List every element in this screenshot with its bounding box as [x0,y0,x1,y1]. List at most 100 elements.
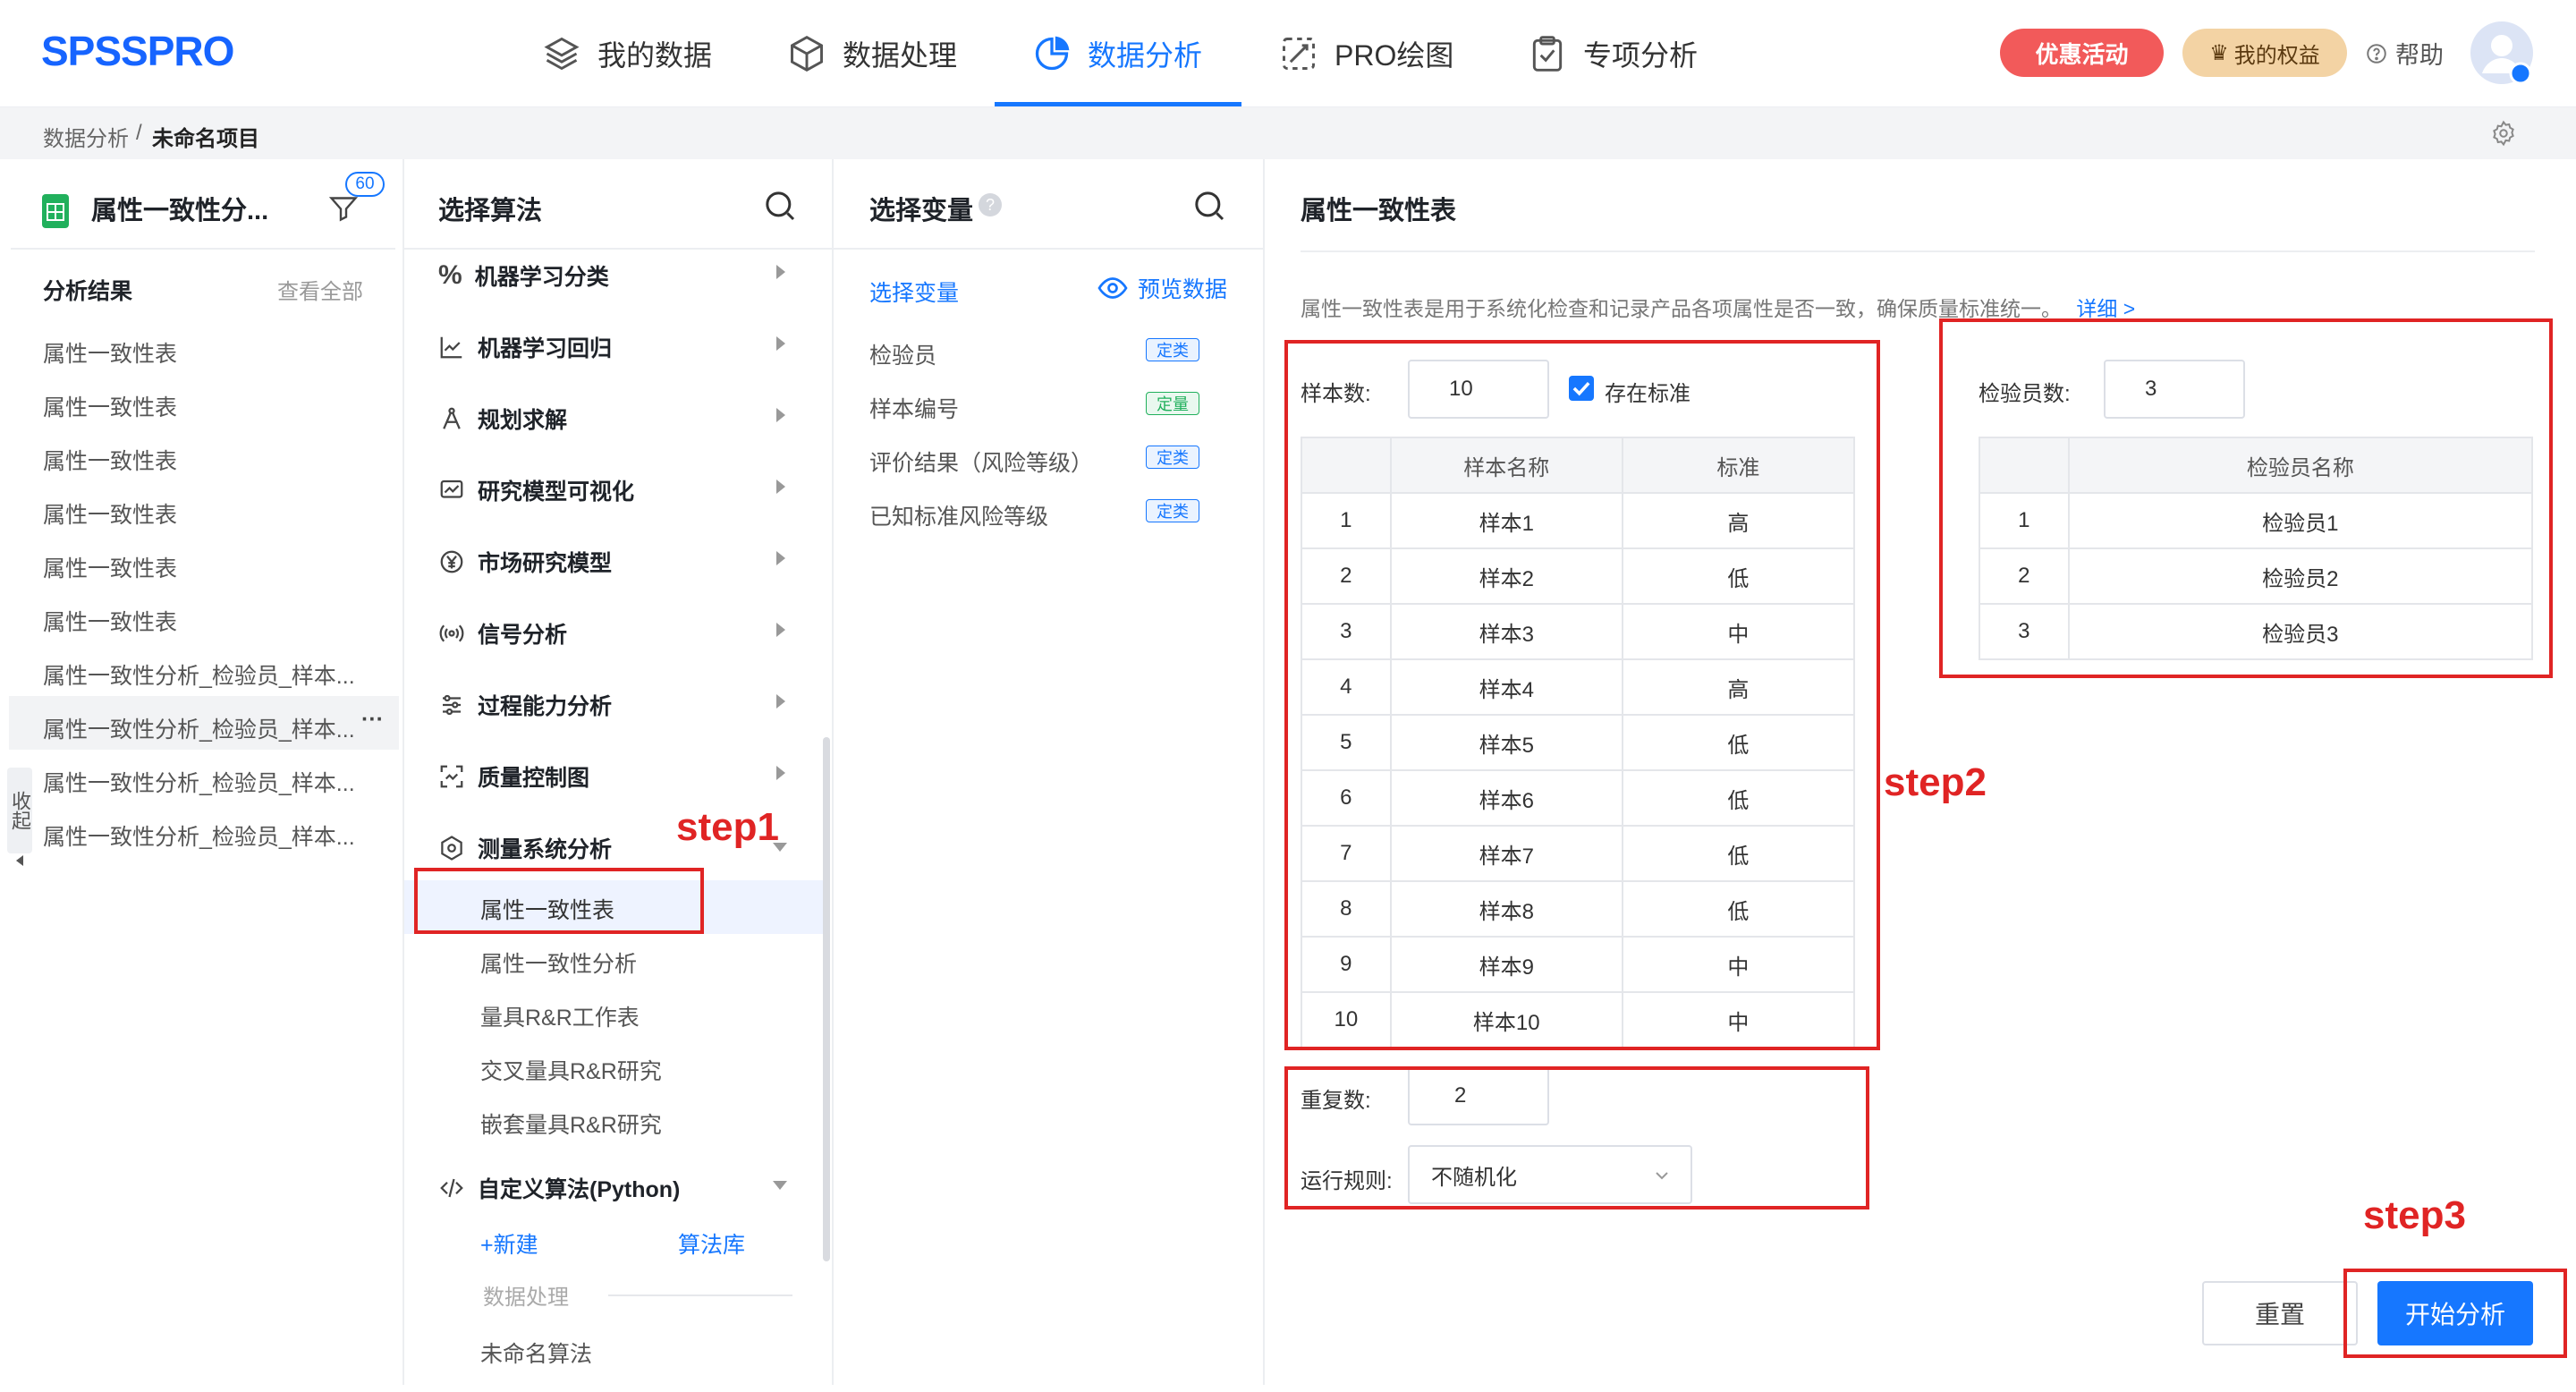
result-item[interactable]: 属性一致性表 [43,390,177,422]
result-item[interactable]: 属性一致性分析_检验员_样本... [43,658,355,691]
project-title: 属性一致性分... [91,197,269,225]
promo-button[interactable]: 优惠活动 [2000,29,2164,77]
help-circle-icon [2367,43,2386,64]
nav-data-processing[interactable]: 数据处理 [787,0,957,107]
result-item[interactable]: 属性一致性表 [43,444,177,476]
result-item[interactable]: 属性一致性分析_检验员_样本... [43,766,355,798]
variable-item[interactable]: 评价结果（风险等级） [869,446,1093,478]
cube-icon [791,35,823,72]
unnamed-algorithm-item[interactable]: 未命名算法 [480,1337,592,1369]
avatar[interactable] [2470,21,2533,85]
view-all-link[interactable]: 查看全部 [277,274,363,305]
algo-item-nested-gage-rr[interactable]: 嵌套量具R&R研究 [480,1108,662,1140]
search-icon[interactable] [762,188,798,224]
result-item[interactable]: 属性一致性表 [43,551,177,583]
category-ml-regression[interactable]: 机器学习回归 [438,331,612,363]
preview-data-button[interactable]: 预览数据 [1097,272,1227,304]
nav-pro-chart[interactable]: PRO绘图 [1279,0,1453,107]
algo-item-gage-rr-worksheet[interactable]: 量具R&R工作表 [480,1000,640,1032]
search-icon[interactable] [1191,188,1227,224]
variable-item[interactable]: 样本编号 [869,392,959,424]
result-item[interactable]: 属性一致性表 [43,336,177,369]
category-label: 市场研究模型 [478,551,613,576]
nav-label: PRO绘图 [1335,39,1454,72]
category-planning[interactable]: 规划求解 [438,403,567,435]
step3-label: step3 [2363,1193,2466,1237]
collapse-arrow-icon [16,855,23,866]
my-rights-button[interactable]: ♛ 我的权益 [2182,29,2347,77]
results-heading: 分析结果 [43,279,133,304]
category-market-research[interactable]: 市场研究模型 [438,546,612,578]
help-link[interactable]: 帮助 [2365,36,2444,71]
result-item[interactable]: 属性一致性表 [43,497,177,530]
variable-panel-title: 选择变量 [869,197,974,225]
step3-highlight-box [2343,1269,2567,1358]
breadcrumb-current: 未命名项目 [152,127,259,151]
help-label: 帮助 [2395,42,2444,69]
help-hint-icon[interactable]: ? [979,193,1002,216]
nav-special-analysis[interactable]: 专项分析 [1528,0,1698,107]
settings-gear-icon[interactable] [2490,120,2517,147]
algorithm-library-link[interactable]: 算法库 [678,1227,745,1260]
eye-icon [1097,277,1128,299]
spreadsheet-icon [42,194,69,228]
divider [834,248,1263,250]
step2-highlight-box [1284,1066,1869,1210]
select-variable-tab[interactable]: 选择变量 [869,276,959,308]
chevron-right-icon [776,265,785,279]
algorithm-panel-title: 选择算法 [438,197,543,225]
nav-label: 我的数据 [597,39,713,72]
filter-count-badge: 60 [345,172,385,197]
algo-item-crossed-gage-rr[interactable]: 交叉量具R&R研究 [480,1054,662,1086]
scrollbar-thumb[interactable] [823,737,830,1261]
category-label: 测量系统分析 [478,837,613,862]
detail-link[interactable]: 详细 > [2076,297,2135,320]
category-signal-analysis[interactable]: 信号分析 [438,617,567,649]
category-ml-classification[interactable]: % 机器学习分类 [438,259,609,292]
step1-highlight-box [414,868,704,934]
divider [11,248,395,250]
category-custom-python[interactable]: 自定义算法(Python) [438,1172,680,1204]
yen-circle-icon [440,550,463,573]
variable-type-tag: 定类 [1146,499,1199,522]
monitor-chart-icon [440,480,463,498]
divider [608,1294,792,1296]
collapse-toggle[interactable]: 收起 [7,768,32,853]
category-model-visualization[interactable]: 研究模型可视化 [438,474,634,506]
chevron-right-icon [776,766,785,780]
brush-icon [1283,38,1315,70]
divider [1301,250,2535,252]
settings-title: 属性一致性表 [1301,197,1457,225]
reset-button[interactable]: 重置 [2202,1281,2358,1345]
category-label: 规划求解 [478,408,568,433]
nav-my-data[interactable]: 我的数据 [542,0,712,107]
pie-chart-icon [1035,36,1070,71]
breadcrumb-root[interactable]: 数据分析 [43,121,129,152]
category-label: 自定义算法(Python) [478,1177,681,1202]
result-item[interactable]: 属性一致性分析_检验员_样本... [43,712,355,744]
variable-type-tag: 定类 [1146,446,1199,469]
variable-item[interactable]: 检验员 [869,338,936,370]
breadcrumb-separator: / [136,121,142,145]
new-algorithm-link[interactable]: +新建 [480,1227,538,1260]
nav-label: 数据分析 [1088,39,1203,72]
chevron-right-icon [776,623,785,637]
crown-icon: ♛ [2209,40,2229,65]
variable-type-tag: 定量 [1146,392,1199,415]
nav-data-analysis[interactable]: 数据分析 [1032,0,1202,107]
nav-label: 专项分析 [1583,39,1699,72]
result-item[interactable]: 属性一致性表 [43,605,177,637]
result-item[interactable]: 属性一致性分析_检验员_样本... [43,819,355,852]
category-measurement-system[interactable]: 测量系统分析 [438,832,612,864]
clipboard-check-icon [1532,36,1563,72]
more-options-icon[interactable]: ··· [361,707,384,733]
app-logo[interactable]: SPSSPRO [41,27,234,75]
algo-item-attribute-analysis[interactable]: 属性一致性分析 [480,946,637,979]
chevron-right-icon [776,551,785,565]
step2-label: step2 [1884,760,1987,804]
category-process-capability[interactable]: 过程能力分析 [438,689,612,721]
top-navigation-bar: SPSSPRO 我的数据 数据处理 数据分析 PRO绘图 专项分析 优惠活动 ♛… [0,0,2576,107]
category-quality-control-chart[interactable]: 质量控制图 [438,760,589,793]
percent-icon: % [438,260,462,290]
variable-item[interactable]: 已知标准风险等级 [869,499,1048,531]
